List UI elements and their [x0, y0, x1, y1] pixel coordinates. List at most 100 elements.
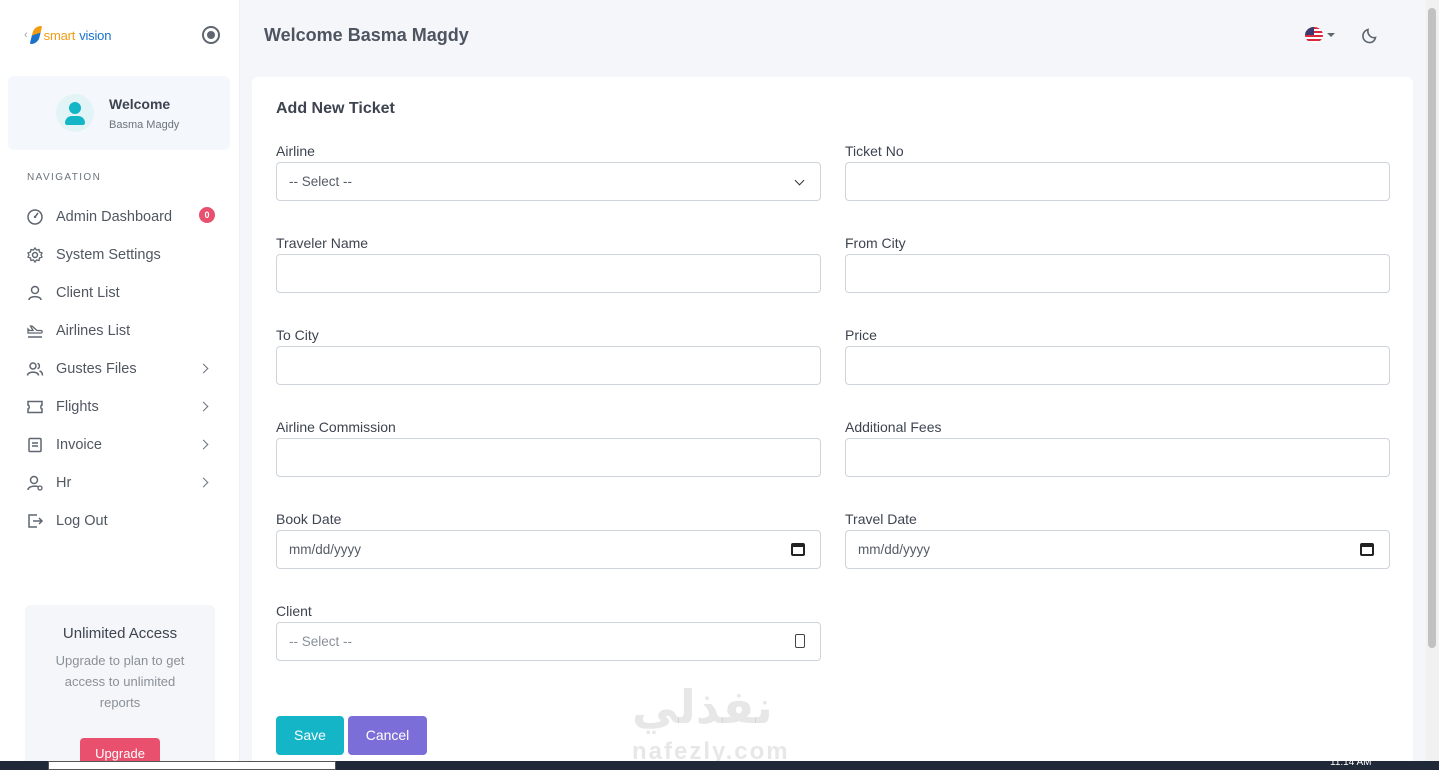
- notification-badge: 0: [199, 207, 215, 223]
- upgrade-box: Unlimited Access Upgrade to plan to get …: [25, 605, 215, 770]
- card-title: Add New Ticket: [276, 100, 395, 117]
- chevron-right-icon: [198, 439, 209, 450]
- sidebar-item-admin-dashboard[interactable]: Admin Dashboard 0: [0, 198, 240, 236]
- upgrade-text: Upgrade to plan to get access to unlimit…: [55, 653, 185, 710]
- from-city-label: From City: [845, 235, 906, 251]
- travel-date-placeholder: mm/dd/yyyy: [858, 542, 931, 557]
- airline-label: Airline: [276, 143, 315, 159]
- upgrade-title: Unlimited Access: [62, 625, 178, 642]
- watermark-arabic: نفذلي: [632, 681, 773, 733]
- from-city-field: From City: [845, 235, 1390, 293]
- travel-date-field: Travel Date mm/dd/yyyy: [845, 511, 1390, 569]
- user-card: Welcome Basma Magdy: [8, 76, 230, 150]
- moon-icon[interactable]: [1360, 25, 1380, 45]
- page-title: Welcome Basma Magdy: [264, 25, 469, 45]
- taskbar-clock: 11:14 AM: [1330, 757, 1372, 768]
- plane-icon: [26, 322, 44, 340]
- chevron-down-icon[interactable]: [1327, 33, 1335, 37]
- travel-date-input[interactable]: mm/dd/yyyy: [845, 530, 1390, 569]
- airline-commission-field: Airline Commission: [276, 419, 821, 477]
- page-scrollbar[interactable]: [1426, 0, 1439, 770]
- add-ticket-card: Add New Ticket Airline -- Select -- Tick…: [252, 77, 1413, 770]
- logout-icon: [26, 512, 44, 530]
- additional-fees-input[interactable]: [845, 438, 1390, 477]
- sidebar-item-invoice[interactable]: Invoice: [0, 426, 240, 464]
- sidebar-item-label: Hr: [56, 475, 72, 491]
- sidebar-item-airlines-list[interactable]: Airlines List: [0, 312, 240, 350]
- user-icon: [26, 284, 44, 302]
- invoice-icon: [26, 436, 44, 454]
- sidebar-item-client-list[interactable]: Client List: [0, 274, 240, 312]
- brand-text-vision: vision: [79, 27, 112, 43]
- cancel-button[interactable]: Cancel: [348, 716, 427, 755]
- chevron-down-icon: [794, 175, 805, 186]
- from-city-input[interactable]: [845, 254, 1390, 293]
- ticket-no-field: Ticket No: [845, 143, 1390, 201]
- sidebar-item-label: Invoice: [56, 437, 102, 453]
- top-header: Welcome Basma Magdy: [240, 0, 1426, 70]
- sidebar-item-label: Airlines List: [56, 323, 131, 339]
- client-field: Client -- Select --: [276, 603, 821, 661]
- dropdown-box-icon: [795, 634, 805, 648]
- client-select[interactable]: -- Select --: [276, 622, 821, 661]
- sidebar-item-log-out[interactable]: Log Out: [0, 502, 240, 540]
- book-date-label: Book Date: [276, 511, 342, 527]
- brand-text-smart: smart: [43, 27, 76, 43]
- chevron-right-icon: [198, 401, 209, 412]
- traveler-name-field: Traveler Name: [276, 235, 821, 293]
- users-icon: [26, 360, 44, 378]
- sidebar-item-hr[interactable]: Hr: [0, 464, 240, 502]
- us-flag-icon[interactable]: [1305, 27, 1323, 43]
- airline-select[interactable]: -- Select --: [276, 162, 821, 201]
- sidebar-item-gustes-files[interactable]: Gustes Files: [0, 350, 240, 388]
- traveler-name-label: Traveler Name: [276, 235, 369, 251]
- sidebar-item-system-settings[interactable]: System Settings: [0, 236, 240, 274]
- to-city-label: To City: [276, 327, 319, 343]
- additional-fees-label: Additional Fees: [845, 419, 942, 435]
- user-welcome-text: Welcome: [109, 96, 171, 112]
- avatar: [56, 94, 94, 132]
- chevron-left-icon: ‹: [24, 29, 28, 41]
- chevron-right-icon: [198, 477, 209, 488]
- sidebar-pin-icon[interactable]: [202, 26, 220, 44]
- sidebar-item-label: Flights: [56, 399, 99, 415]
- taskbar-search-box[interactable]: [48, 761, 336, 770]
- sidebar-nav: Admin Dashboard 0 System Settings Client…: [0, 198, 240, 540]
- airline-commission-input[interactable]: [276, 438, 821, 477]
- price-input[interactable]: [845, 346, 1390, 385]
- traveler-name-input[interactable]: [276, 254, 821, 293]
- book-date-placeholder: mm/dd/yyyy: [289, 542, 362, 557]
- user-head-shape: [69, 102, 81, 114]
- client-label: Client: [276, 603, 312, 619]
- to-city-input[interactable]: [276, 346, 821, 385]
- client-select-placeholder: -- Select --: [289, 634, 353, 649]
- sidebar-item-label: System Settings: [56, 247, 161, 263]
- to-city-field: To City: [276, 327, 821, 385]
- save-button[interactable]: Save: [276, 716, 344, 755]
- sidebar-item-label: Log Out: [56, 513, 108, 529]
- calendar-icon[interactable]: [791, 543, 805, 556]
- logo-mark-icon: [29, 26, 42, 44]
- airline-field: Airline -- Select --: [276, 143, 821, 201]
- ticket-icon: [26, 398, 44, 416]
- sidebar-item-label: Admin Dashboard: [56, 209, 173, 225]
- book-date-input[interactable]: mm/dd/yyyy: [276, 530, 821, 569]
- airline-select-value: -- Select --: [289, 174, 353, 189]
- brand-logo[interactable]: ‹ smart vision: [24, 24, 111, 46]
- ticket-no-input[interactable]: [845, 162, 1390, 201]
- ticket-no-label: Ticket No: [845, 143, 904, 159]
- os-taskbar: 11:14 AM: [0, 757, 1439, 770]
- additional-fees-field: Additional Fees: [845, 419, 1390, 477]
- price-field: Price: [845, 327, 1390, 385]
- user-body-shape: [65, 116, 85, 125]
- calendar-icon[interactable]: [1360, 543, 1374, 556]
- gear-icon: [26, 246, 44, 264]
- user-name: Basma Magdy: [109, 119, 180, 131]
- dashboard-icon: [26, 208, 44, 226]
- scrollbar-thumb[interactable]: [1428, 8, 1436, 648]
- nav-title: NAVIGATION: [27, 172, 102, 183]
- hr-icon: [26, 474, 44, 492]
- sidebar-item-label: Client List: [56, 285, 120, 301]
- sidebar-item-flights[interactable]: Flights: [0, 388, 240, 426]
- price-label: Price: [845, 327, 877, 343]
